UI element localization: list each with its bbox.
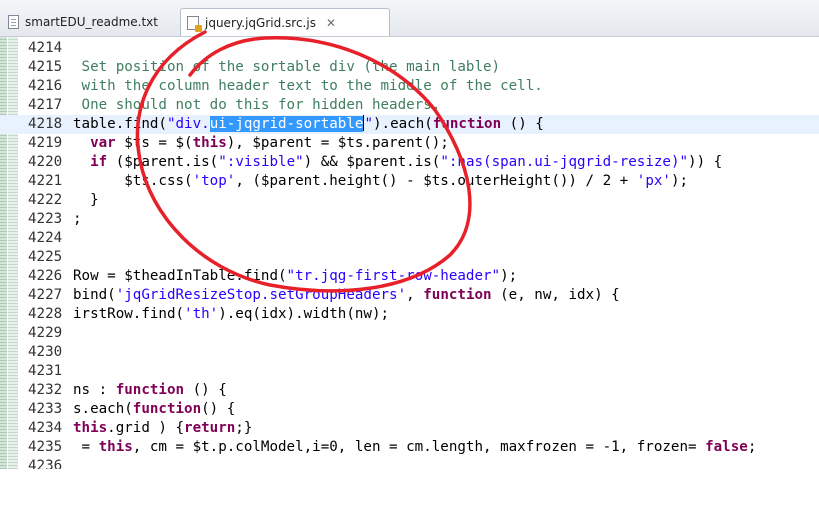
code-line: 4221 $ts.css('top', ($parent.height() - … bbox=[0, 172, 819, 191]
code-text: irstRow.find('th').eq(idx).width(nw); bbox=[73, 306, 390, 322]
code-text: if ($parent.is(":visible") && $parent.is… bbox=[90, 154, 723, 170]
line-number: 4221 bbox=[28, 173, 63, 189]
javascript-file-icon bbox=[187, 15, 202, 32]
code-line: 4232 ns : function () { bbox=[0, 381, 819, 400]
code-editor[interactable]: 4214 4215 Set position of the sortable d… bbox=[0, 37, 819, 469]
text-file-icon bbox=[8, 15, 19, 29]
code-line: 4230 bbox=[0, 343, 819, 362]
code-line: 4219 var $ts = $(this), $parent = $ts.pa… bbox=[0, 134, 819, 153]
code-line: 4229 bbox=[0, 324, 819, 343]
line-number: 4234 bbox=[28, 420, 63, 436]
code-text: One should not do this for hidden header… bbox=[73, 97, 441, 113]
code-line: 4217 One should not do this for hidden h… bbox=[0, 96, 819, 115]
code-text: = this, cm = $t.p.colModel,i=0, len = cm… bbox=[73, 439, 757, 455]
code-line-current: 4218 table.find("div.ui-jqgrid-sortable"… bbox=[0, 115, 819, 134]
code-line: 4214 bbox=[0, 39, 819, 58]
code-text: } bbox=[73, 192, 99, 208]
code-line: 4225 bbox=[0, 248, 819, 267]
code-line: 4227 bind('jqGridResizeStop.setGroupHead… bbox=[0, 286, 819, 305]
code-line: 4234 this.grid ) {return;} bbox=[0, 419, 819, 438]
tab-label: smartEDU_readme.txt bbox=[25, 15, 158, 29]
line-number: 4220 bbox=[28, 154, 63, 170]
line-number: 4225 bbox=[28, 249, 63, 265]
line-number: 4215 bbox=[28, 59, 63, 75]
code-line: 4228 irstRow.find('th').eq(idx).width(nw… bbox=[0, 305, 819, 324]
line-number: 4223 bbox=[28, 211, 63, 227]
line-number: 4227 bbox=[28, 287, 63, 303]
tab-smartedu-readme[interactable]: smartEDU_readme.txt bbox=[8, 8, 178, 36]
code-text: ns : function () { bbox=[73, 382, 227, 398]
line-number: 4217 bbox=[28, 97, 63, 113]
line-number: 4228 bbox=[28, 306, 63, 322]
code-line-partial: 4236 bbox=[0, 457, 819, 469]
code-line: 4233 s.each(function() { bbox=[0, 400, 819, 419]
code-line: 4235 = this, cm = $t.p.colModel,i=0, len… bbox=[0, 438, 819, 457]
line-number: 4231 bbox=[28, 363, 63, 379]
line-number: 4233 bbox=[28, 401, 63, 417]
close-icon[interactable]: ✕ bbox=[326, 16, 336, 30]
line-number: 4229 bbox=[28, 325, 63, 341]
code-line: 4223 ; bbox=[0, 210, 819, 229]
line-number: 4222 bbox=[28, 192, 63, 208]
selected-text[interactable]: ui-jqgrid-sortable bbox=[209, 116, 364, 132]
tab-jquery-jqgrid-src[interactable]: jquery.jqGrid.src.js ✕ bbox=[180, 8, 390, 36]
editor-tab-bar: smartEDU_readme.txt jquery.jqGrid.src.js… bbox=[0, 0, 819, 37]
code-line: 4222 } bbox=[0, 191, 819, 210]
code-line: 4220 if ($parent.is(":visible") && $pare… bbox=[0, 153, 819, 172]
line-number: 4216 bbox=[28, 78, 63, 94]
line-number: 4230 bbox=[28, 344, 63, 360]
text-cursor bbox=[363, 115, 365, 131]
code-text: var $ts = $(this), $parent = $ts.parent(… bbox=[90, 135, 449, 151]
line-number: 4219 bbox=[28, 135, 63, 151]
code-line: 4216 with the column header text to the … bbox=[0, 77, 819, 96]
code-text: bind('jqGridResizeStop.setGroupHeaders',… bbox=[73, 287, 620, 303]
code-line: 4224 bbox=[0, 229, 819, 248]
line-number: 4232 bbox=[28, 382, 63, 398]
code-line: 4215 Set position of the sortable div (t… bbox=[0, 58, 819, 77]
code-line: 4226 Row = $theadInTable.find("tr.jqg-fi… bbox=[0, 267, 819, 286]
line-number: 4218 bbox=[28, 116, 63, 132]
code-text: table.find("div.ui-jqgrid-sortable").eac… bbox=[73, 115, 544, 132]
code-text: Set position of the sortable div (the ma… bbox=[73, 59, 501, 75]
line-number: 4214 bbox=[28, 40, 63, 56]
code-text: s.each(function() { bbox=[73, 401, 236, 417]
line-number: 4235 bbox=[28, 439, 63, 455]
line-number: 4226 bbox=[28, 268, 63, 284]
code-text: this.grid ) {return;} bbox=[73, 420, 253, 436]
line-number: 4224 bbox=[28, 230, 63, 246]
code-text: Row = $theadInTable.find("tr.jqg-first-r… bbox=[73, 268, 518, 284]
tab-label: jquery.jqGrid.src.js bbox=[205, 15, 316, 30]
code-text: with the column header text to the middl… bbox=[73, 78, 543, 94]
code-text: $ts.css('top', ($parent.height() - $ts.o… bbox=[73, 173, 689, 189]
code-line: 4231 bbox=[0, 362, 819, 381]
code-text: ; bbox=[73, 211, 82, 227]
line-number: 4236 bbox=[28, 458, 63, 469]
